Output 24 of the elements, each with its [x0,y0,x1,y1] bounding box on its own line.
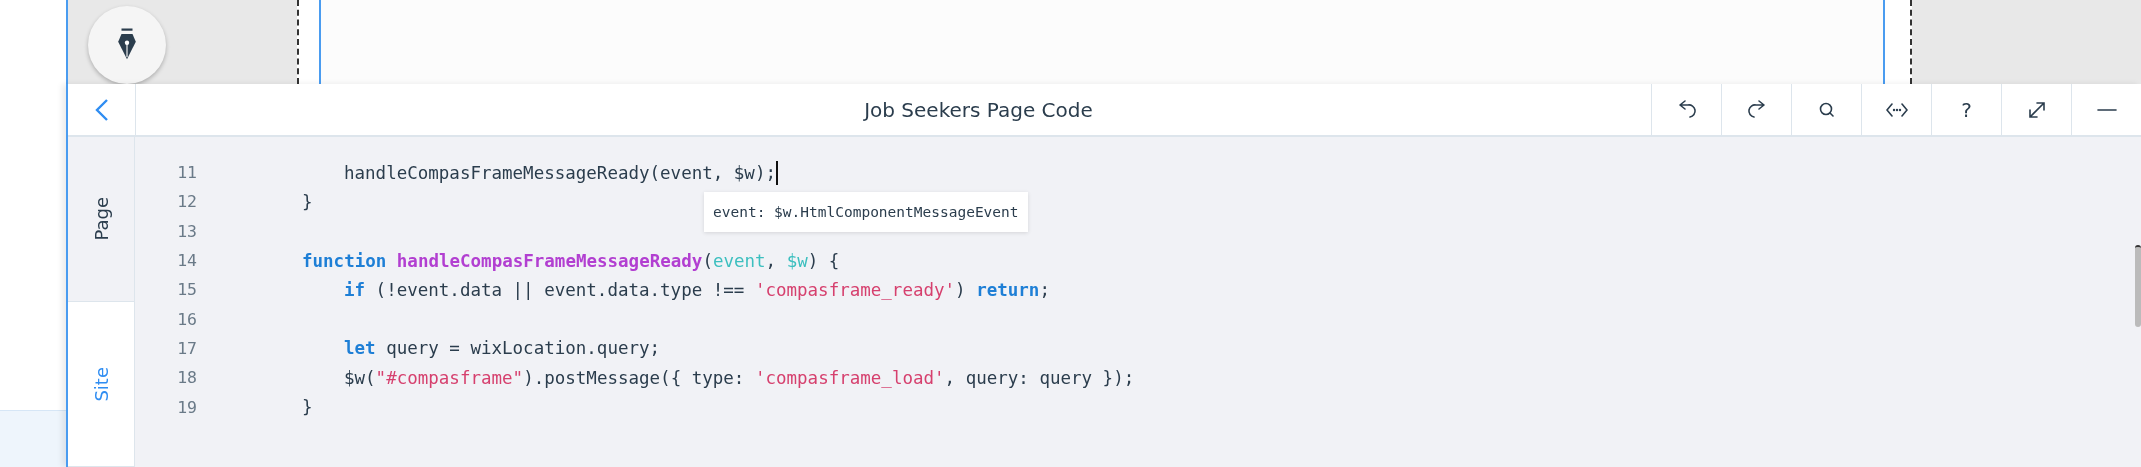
code-line: let query = wixLocation.query; [344,338,661,359]
side-tab[interactable]: Page [68,137,134,302]
pen-tool-button[interactable] [88,6,166,84]
line-number: 11 [176,163,197,183]
line-number: 18 [176,368,197,388]
back-icon [94,97,109,122]
code-line: if (!event.data || event.data.type !== 'compasframe_ready') return; [344,279,1050,300]
code-line: } [302,397,313,417]
code-line: function handleCompasFrameMessageReady(event, $w) { [302,250,840,271]
line-number: 14 [176,251,197,271]
scrollbar-thumb[interactable] [2135,245,2141,327]
line-number: 19 [176,397,197,417]
code-line: handleCompasFrameMessageReady(event, $w); [344,162,776,183]
redo-icon [1745,98,1768,121]
line-number: 13 [176,221,197,241]
minimize-icon [2096,108,2117,111]
line-number: 15 [176,280,197,300]
code-line: } [302,191,313,212]
line-number: 12 [176,192,197,212]
line-number: 16 [176,309,197,329]
type-tooltip: event: $w.HtmlComponentMessageEvent [704,192,1028,232]
line-number: 17 [176,338,197,358]
code-line: $w("#compasframe").postMessage({ type: 'compasframe_load', query: query }); [344,367,1135,388]
panel-title: Job Seekers Page Code [862,96,1094,124]
